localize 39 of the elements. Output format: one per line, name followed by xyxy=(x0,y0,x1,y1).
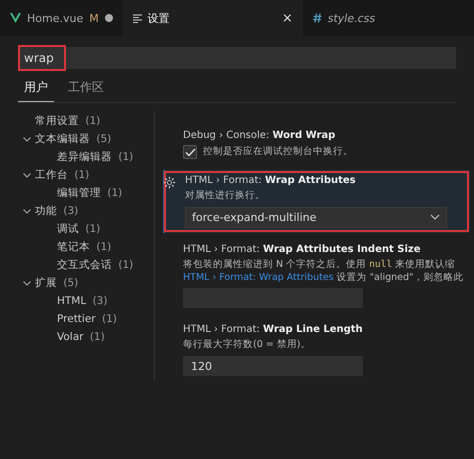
nav-tree-item[interactable]: 扩展 (5) xyxy=(22,275,154,291)
setting-description: 对属性进行换行。 xyxy=(185,190,266,203)
nav-tree-item[interactable]: 交互式会话 (1) xyxy=(22,257,154,273)
nav-tree-item[interactable]: 差异编辑器 (1) xyxy=(22,149,154,165)
nav-tree-item[interactable]: 常用设置 (1) xyxy=(22,113,154,129)
nav-tree-item[interactable]: 调试 (1) xyxy=(22,221,154,237)
setting-title: HTML › Format: Wrap Line Length xyxy=(183,324,364,336)
scope-tab[interactable]: 用户 xyxy=(18,77,54,102)
scope-tab[interactable]: 工作区 xyxy=(62,77,110,102)
checkbox[interactable] xyxy=(183,145,197,159)
nav-tree-item[interactable]: Volar (1) xyxy=(22,329,154,345)
nav-tree-item[interactable]: Prettier (1) xyxy=(22,311,154,327)
setting-description: 控制是否应在调试控制台中换行。 xyxy=(203,146,353,158)
nav-tree-item[interactable]: 笔记本 (1) xyxy=(22,239,154,255)
modified-dot xyxy=(104,14,113,22)
search-field[interactable]: wrap xyxy=(18,45,66,71)
number-field[interactable]: 120 xyxy=(183,356,363,376)
settings-icon[interactable] xyxy=(163,176,176,189)
nav-tree-item[interactable]: 编辑管理 (1) xyxy=(22,185,154,201)
hash-icon xyxy=(312,13,322,23)
setting-title: HTML › Format: Wrap Attributes Indent Size xyxy=(183,244,422,255)
nav-tree-item[interactable]: HTML (3) xyxy=(22,293,154,309)
chevron-down-icon xyxy=(430,214,440,220)
nav-tree-item[interactable]: 工作台 (1) xyxy=(22,167,154,183)
nav-tree-item[interactable]: 文本编辑器 (5) xyxy=(22,131,154,147)
setting-title: Debug › Console: Word Wrap xyxy=(183,130,336,141)
v-logo-icon xyxy=(10,13,21,23)
lines-icon xyxy=(132,14,142,22)
dropdown[interactable]: force-expand-multiline xyxy=(185,206,447,228)
setting-description: 将包装的属性缩进到 N 个字符之后。使用 null 来使用默认缩 HTML › Format: Wrap Attributes 设置为 "aligned"，则忽略此 xyxy=(183,258,464,284)
chevron-down-icon xyxy=(22,206,32,216)
setting-description: 每行最大字符数(0 = 禁用)。 xyxy=(183,339,312,352)
nav-tree-item[interactable]: 功能 (3) xyxy=(22,203,154,219)
chevron-down-icon xyxy=(22,170,32,180)
editor-tab[interactable]: 设置 × xyxy=(122,0,303,36)
chevron-down-icon xyxy=(22,134,32,144)
chevron-down-icon xyxy=(22,278,32,288)
setting-title: HTML › Format: Wrap Attributes xyxy=(185,175,357,186)
setting-link[interactable]: HTML › Format: Wrap Attributes xyxy=(183,272,334,283)
